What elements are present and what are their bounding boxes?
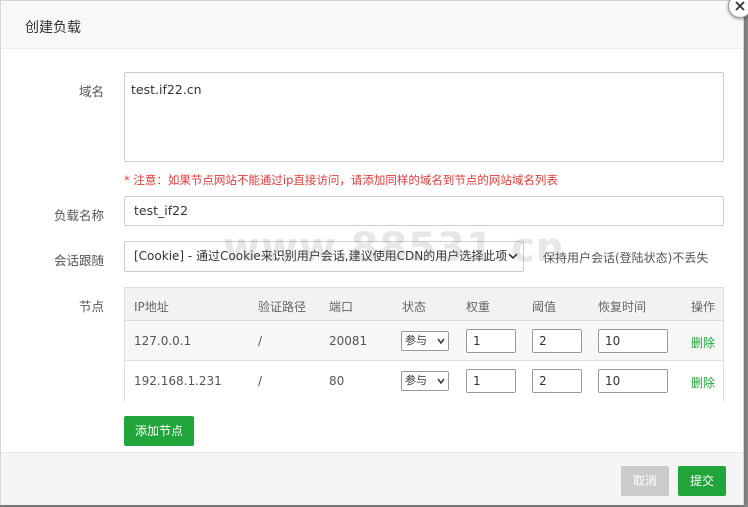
status-select[interactable]: 参与 [401,331,449,351]
col-path: 验证路径 [258,300,307,314]
dialog-title: 创建负载 [25,20,81,36]
session-label: 会话跟随 [53,253,104,268]
create-load-dialog: 创建负载 域名 test.if22.cn * 注意：如果节点网站不能通过ip直接… [0,0,744,505]
status-select-value: 参与 [405,334,427,347]
table-row: 127.0.0.1 / 20081 参与 1 2 10 删除 [125,321,723,361]
table-header: IP地址 验证路径 端口 状态 权重 阈值 恢复时间 操作 [125,288,723,321]
add-node-button[interactable]: 添加节点 [124,416,194,446]
col-action: 操作 [691,300,716,314]
col-threshold: 阈值 [532,300,557,314]
load-name-input[interactable]: test_if22 [124,196,724,226]
col-port: 端口 [329,300,354,314]
delete-link[interactable]: 删除 [691,374,715,391]
cell-path: / [258,374,263,388]
dialog-header: 创建负载 [1,1,743,49]
domain-textarea[interactable]: test.if22.cn [124,72,724,162]
col-recovery: 恢复时间 [598,300,647,314]
cell-path: / [258,334,263,348]
submit-button[interactable]: 提交 [678,466,726,496]
threshold-input[interactable]: 2 [532,369,582,393]
domain-notice: * 注意：如果节点网站不能通过ip直接访问，请添加同样的域名到节点的网站域名列表 [124,173,558,187]
chevron-down-icon [437,338,445,345]
table-row: 192.168.1.231 / 80 参与 1 2 10 删除 [125,361,723,401]
cell-port: 20081 [329,334,368,348]
close-icon [735,1,745,11]
domain-label: 域名 [78,84,104,99]
col-weight: 权重 [466,300,491,314]
delete-link[interactable]: 删除 [691,334,715,351]
watermark: www.88531.cn [223,225,566,271]
status-select[interactable]: 参与 [401,371,449,391]
recovery-input[interactable]: 10 [598,369,668,393]
status-select-value: 参与 [405,374,427,387]
cell-port: 80 [329,374,345,388]
nodes-table: IP地址 验证路径 端口 状态 权重 阈值 恢复时间 操作 127.0.0.1 … [124,287,724,401]
nodes-label: 节点 [78,299,104,314]
load-name-label: 负载名称 [53,208,104,223]
recovery-input[interactable]: 10 [598,329,668,353]
threshold-input[interactable]: 2 [532,329,582,353]
cell-ip: 192.168.1.231 [134,374,222,388]
weight-input[interactable]: 1 [466,369,516,393]
session-hint: 保持用户会话(登陆状态)不丢失 [543,251,709,265]
cell-ip: 127.0.0.1 [134,334,192,348]
col-status: 状态 [402,300,427,314]
col-ip: IP地址 [134,300,169,314]
weight-input[interactable]: 1 [466,329,516,353]
chevron-down-icon [437,378,445,385]
dialog-footer: 取消 提交 [1,452,743,505]
cancel-button[interactable]: 取消 [621,466,669,496]
